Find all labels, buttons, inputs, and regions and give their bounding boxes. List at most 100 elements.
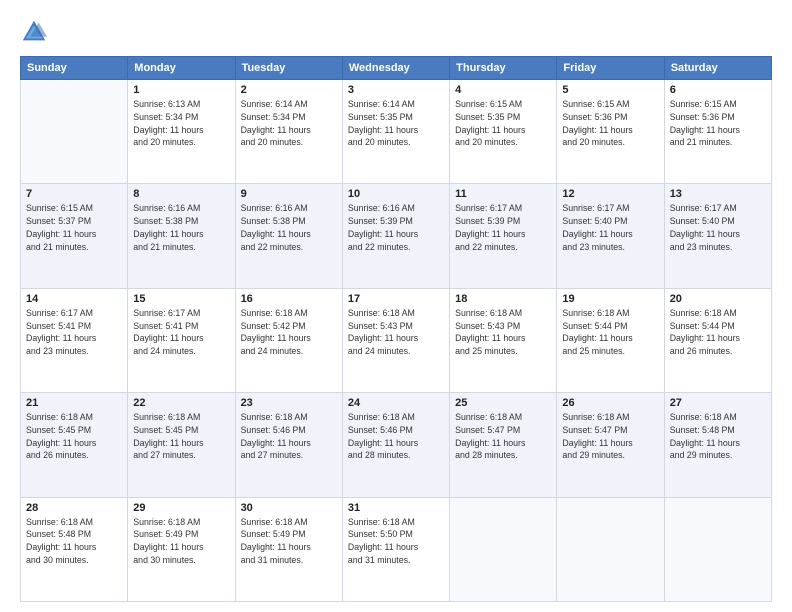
- calendar-cell: 10 Sunrise: 6:16 AMSunset: 5:39 PMDayligh…: [342, 184, 449, 288]
- calendar-cell: 21 Sunrise: 6:18 AMSunset: 5:45 PMDayligh…: [21, 393, 128, 497]
- day-number: 12: [562, 188, 658, 200]
- calendar-cell: 29 Sunrise: 6:18 AMSunset: 5:49 PMDayligh…: [128, 497, 235, 601]
- day-info: Sunrise: 6:15 AMSunset: 5:36 PMDaylight:…: [562, 98, 658, 149]
- day-info: Sunrise: 6:16 AMSunset: 5:38 PMDaylight:…: [133, 202, 229, 253]
- day-number: 11: [455, 188, 551, 200]
- calendar-cell: [664, 497, 771, 601]
- day-number: 22: [133, 397, 229, 409]
- day-number: 23: [241, 397, 337, 409]
- day-info: Sunrise: 6:18 AMSunset: 5:50 PMDaylight:…: [348, 516, 444, 567]
- day-number: 24: [348, 397, 444, 409]
- calendar-cell: 11 Sunrise: 6:17 AMSunset: 5:39 PMDayligh…: [450, 184, 557, 288]
- day-info: Sunrise: 6:18 AMSunset: 5:42 PMDaylight:…: [241, 307, 337, 358]
- week-row-5: 28 Sunrise: 6:18 AMSunset: 5:48 PMDayligh…: [21, 497, 772, 601]
- day-number: 9: [241, 188, 337, 200]
- day-header-sunday: Sunday: [21, 57, 128, 80]
- day-info: Sunrise: 6:18 AMSunset: 5:43 PMDaylight:…: [348, 307, 444, 358]
- day-number: 4: [455, 84, 551, 96]
- calendar-cell: 28 Sunrise: 6:18 AMSunset: 5:48 PMDayligh…: [21, 497, 128, 601]
- day-number: 16: [241, 293, 337, 305]
- logo-icon: [20, 18, 48, 46]
- calendar-cell: 3 Sunrise: 6:14 AMSunset: 5:35 PMDaylight…: [342, 80, 449, 184]
- day-info: Sunrise: 6:18 AMSunset: 5:48 PMDaylight:…: [26, 516, 122, 567]
- day-info: Sunrise: 6:18 AMSunset: 5:46 PMDaylight:…: [241, 411, 337, 462]
- calendar-cell: 15Sunrise: 6:17 AMSunset: 5:41 PMDayligh…: [128, 288, 235, 392]
- day-header-thursday: Thursday: [450, 57, 557, 80]
- calendar-cell: 14 Sunrise: 6:17 AMSunset: 5:41 PMDayligh…: [21, 288, 128, 392]
- calendar-cell: 20 Sunrise: 6:18 AMSunset: 5:44 PMDayligh…: [664, 288, 771, 392]
- day-header-tuesday: Tuesday: [235, 57, 342, 80]
- day-number: 31: [348, 502, 444, 514]
- day-number: 17: [348, 293, 444, 305]
- day-info: Sunrise: 6:18 AMSunset: 5:44 PMDaylight:…: [670, 307, 766, 358]
- week-row-4: 21 Sunrise: 6:18 AMSunset: 5:45 PMDayligh…: [21, 393, 772, 497]
- day-info: Sunrise: 6:17 AMSunset: 5:41 PMDaylight:…: [26, 307, 122, 358]
- day-info: Sunrise: 6:18 AMSunset: 5:49 PMDaylight:…: [133, 516, 229, 567]
- calendar-cell: 6Sunrise: 6:15 AMSunset: 5:36 PMDaylight…: [664, 80, 771, 184]
- day-number: 7: [26, 188, 122, 200]
- calendar-cell: 23 Sunrise: 6:18 AMSunset: 5:46 PMDayligh…: [235, 393, 342, 497]
- day-number: 20: [670, 293, 766, 305]
- day-number: 27: [670, 397, 766, 409]
- calendar-cell: 30 Sunrise: 6:18 AMSunset: 5:49 PMDayligh…: [235, 497, 342, 601]
- day-number: 19: [562, 293, 658, 305]
- day-info: Sunrise: 6:18 AMSunset: 5:48 PMDaylight:…: [670, 411, 766, 462]
- calendar-cell: 26 Sunrise: 6:18 AMSunset: 5:47 PMDayligh…: [557, 393, 664, 497]
- day-info: Sunrise: 6:17 AMSunset: 5:41 PMDaylight:…: [133, 307, 229, 358]
- day-info: Sunrise: 6:17 AMSunset: 5:40 PMDaylight:…: [670, 202, 766, 253]
- day-info: Sunrise: 6:18 AMSunset: 5:47 PMDaylight:…: [455, 411, 551, 462]
- calendar-cell: 1 Sunrise: 6:13 AMSunset: 5:34 PMDaylight…: [128, 80, 235, 184]
- day-number: 21: [26, 397, 122, 409]
- calendar-cell: 19Sunrise: 6:18 AMSunset: 5:44 PMDayligh…: [557, 288, 664, 392]
- calendar-cell: 24Sunrise: 6:18 AMSunset: 5:46 PMDayligh…: [342, 393, 449, 497]
- day-info: Sunrise: 6:16 AMSunset: 5:39 PMDaylight:…: [348, 202, 444, 253]
- day-info: Sunrise: 6:18 AMSunset: 5:45 PMDaylight:…: [133, 411, 229, 462]
- calendar-header-row: SundayMondayTuesdayWednesdayThursdayFrid…: [21, 57, 772, 80]
- day-info: Sunrise: 6:15 AMSunset: 5:35 PMDaylight:…: [455, 98, 551, 149]
- calendar-cell: 31 Sunrise: 6:18 AMSunset: 5:50 PMDayligh…: [342, 497, 449, 601]
- day-number: 30: [241, 502, 337, 514]
- calendar-cell: [21, 80, 128, 184]
- day-info: Sunrise: 6:18 AMSunset: 5:45 PMDaylight:…: [26, 411, 122, 462]
- calendar-cell: 2 Sunrise: 6:14 AMSunset: 5:34 PMDaylight…: [235, 80, 342, 184]
- calendar-cell: 12 Sunrise: 6:17 AMSunset: 5:40 PMDayligh…: [557, 184, 664, 288]
- day-info: Sunrise: 6:13 AMSunset: 5:34 PMDaylight:…: [133, 98, 229, 149]
- day-number: 26: [562, 397, 658, 409]
- calendar-cell: 22 Sunrise: 6:18 AMSunset: 5:45 PMDayligh…: [128, 393, 235, 497]
- day-number: 28: [26, 502, 122, 514]
- day-info: Sunrise: 6:16 AMSunset: 5:38 PMDaylight:…: [241, 202, 337, 253]
- day-info: Sunrise: 6:18 AMSunset: 5:43 PMDaylight:…: [455, 307, 551, 358]
- header: [20, 18, 772, 46]
- day-number: 13: [670, 188, 766, 200]
- calendar-table: SundayMondayTuesdayWednesdayThursdayFrid…: [20, 56, 772, 602]
- day-info: Sunrise: 6:14 AMSunset: 5:35 PMDaylight:…: [348, 98, 444, 149]
- day-header-monday: Monday: [128, 57, 235, 80]
- day-number: 29: [133, 502, 229, 514]
- calendar-cell: 16 Sunrise: 6:18 AMSunset: 5:42 PMDayligh…: [235, 288, 342, 392]
- calendar-cell: 17 Sunrise: 6:18 AMSunset: 5:43 PMDayligh…: [342, 288, 449, 392]
- day-number: 3: [348, 84, 444, 96]
- day-number: 18: [455, 293, 551, 305]
- day-header-saturday: Saturday: [664, 57, 771, 80]
- day-number: 2: [241, 84, 337, 96]
- calendar-cell: 27 Sunrise: 6:18 AMSunset: 5:48 PMDayligh…: [664, 393, 771, 497]
- calendar-cell: [450, 497, 557, 601]
- day-info: Sunrise: 6:18 AMSunset: 5:49 PMDaylight:…: [241, 516, 337, 567]
- calendar-cell: 7 Sunrise: 6:15 AMSunset: 5:37 PMDaylight…: [21, 184, 128, 288]
- day-header-wednesday: Wednesday: [342, 57, 449, 80]
- day-number: 10: [348, 188, 444, 200]
- calendar-cell: 4 Sunrise: 6:15 AMSunset: 5:35 PMDaylight…: [450, 80, 557, 184]
- week-row-2: 7 Sunrise: 6:15 AMSunset: 5:37 PMDaylight…: [21, 184, 772, 288]
- day-info: Sunrise: 6:18 AMSunset: 5:47 PMDaylight:…: [562, 411, 658, 462]
- calendar-cell: 13 Sunrise: 6:17 AMSunset: 5:40 PMDayligh…: [664, 184, 771, 288]
- week-row-3: 14 Sunrise: 6:17 AMSunset: 5:41 PMDayligh…: [21, 288, 772, 392]
- day-info: Sunrise: 6:14 AMSunset: 5:34 PMDaylight:…: [241, 98, 337, 149]
- day-info: Sunrise: 6:17 AMSunset: 5:40 PMDaylight:…: [562, 202, 658, 253]
- day-number: 1: [133, 84, 229, 96]
- logo: [20, 18, 52, 46]
- day-info: Sunrise: 6:15 AMSunset: 5:37 PMDaylight:…: [26, 202, 122, 253]
- day-info: Sunrise: 6:17 AMSunset: 5:39 PMDaylight:…: [455, 202, 551, 253]
- day-number: 14: [26, 293, 122, 305]
- calendar-cell: 8Sunrise: 6:16 AMSunset: 5:38 PMDaylight…: [128, 184, 235, 288]
- day-number: 25: [455, 397, 551, 409]
